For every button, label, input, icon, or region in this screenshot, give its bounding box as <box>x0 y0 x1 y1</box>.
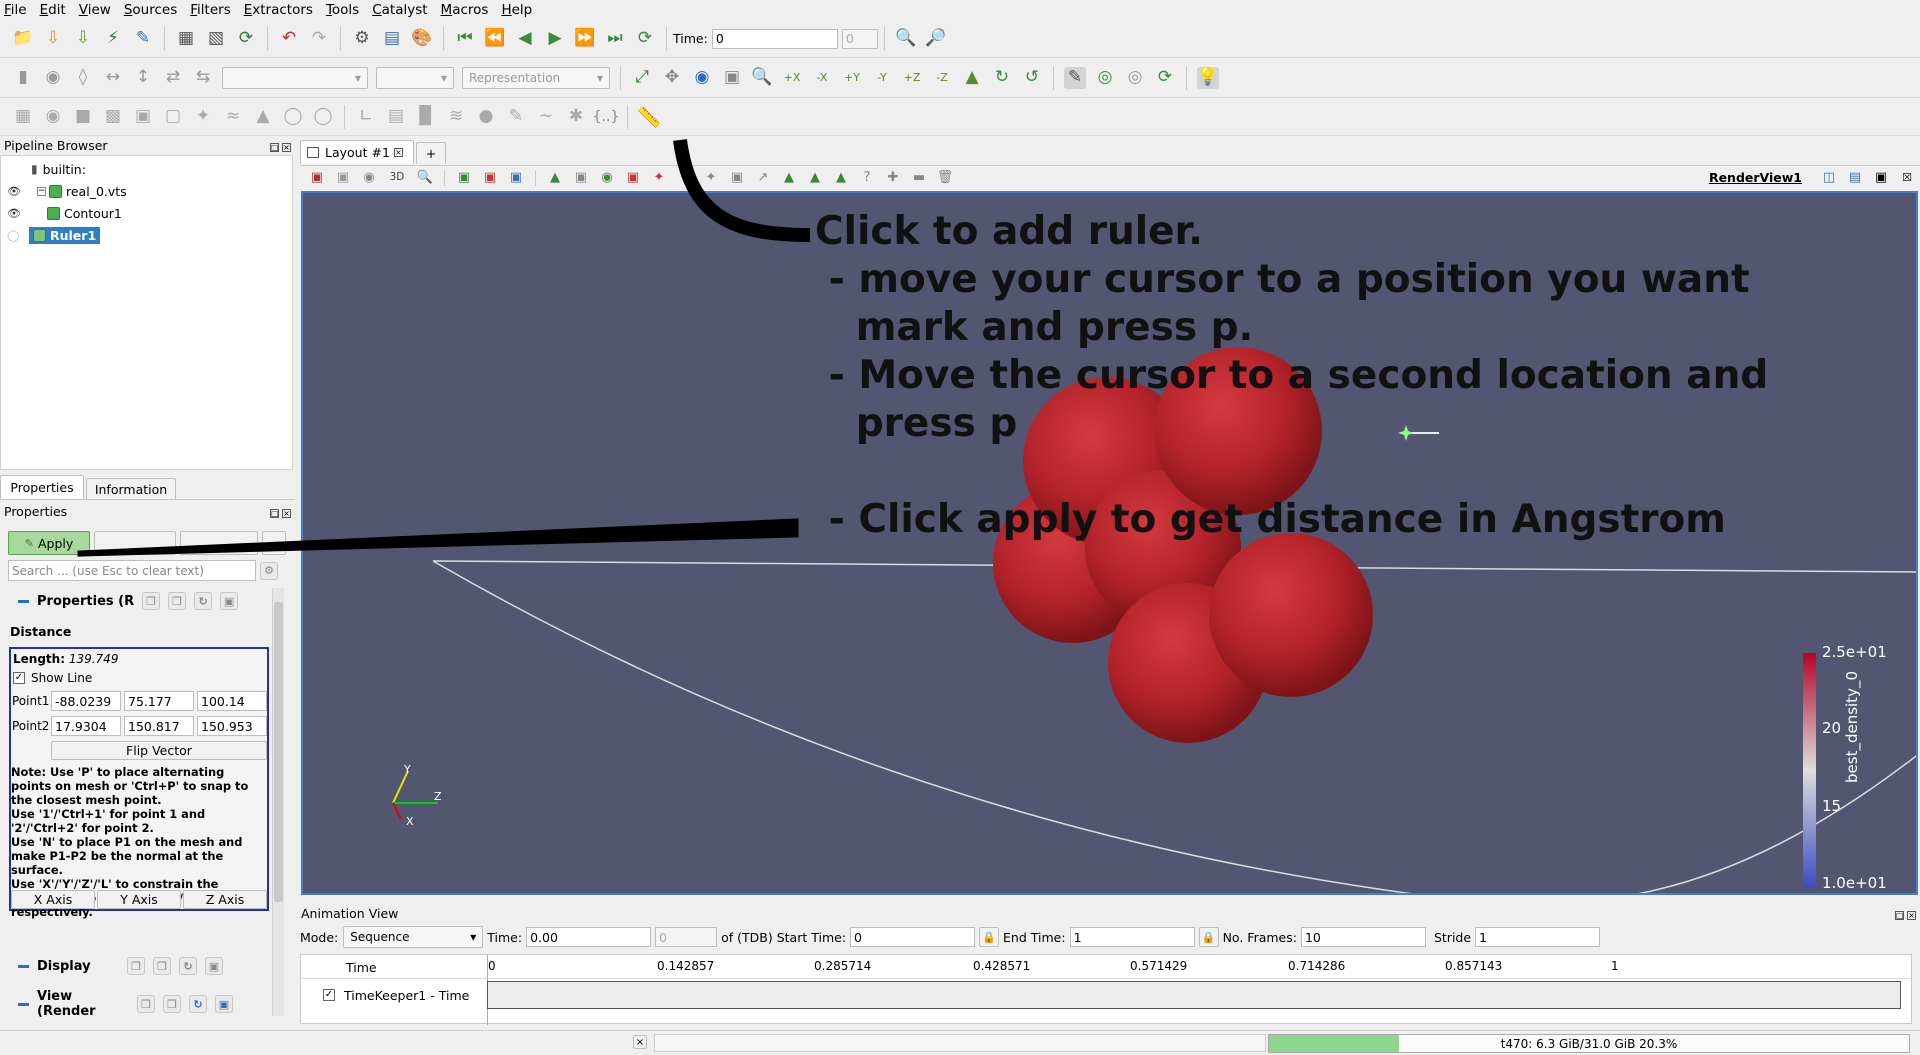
start-time-label: Start Time: <box>776 929 847 945</box>
timeline-tick: 0.142857 <box>657 959 715 973</box>
timekeeper-label: TimeKeeper1 - Time <box>344 987 470 1003</box>
frames-label: No. Frames: <box>1222 929 1297 945</box>
progress-area <box>654 1034 1266 1052</box>
annotation-line-5: press p <box>815 401 1018 446</box>
close-icon[interactable]: × <box>633 1035 647 1049</box>
annotation-line-2: - move your cursor to a position you wan… <box>815 257 1750 302</box>
timeline-tick: 0 <box>488 959 496 973</box>
float-icon[interactable]: □ <box>1895 910 1904 920</box>
end-time-input[interactable]: 1 <box>1069 927 1195 947</box>
mode-dropdown[interactable]: Sequence ▾ <box>343 926 484 948</box>
stride-label: Stride <box>1433 929 1472 945</box>
memory-usage-bar[interactable]: t470: 6.3 GiB/31.0 GiB 20.3% <box>1268 1034 1910 1053</box>
lock-icon[interactable]: 🔒 <box>1198 927 1219 947</box>
anim-time-input[interactable]: 0.00 <box>526 927 652 947</box>
tdb-label: of (TDB) <box>721 929 773 945</box>
annotation-line-1: Click to add ruler. <box>815 209 1204 254</box>
annotation-line-4: - Move the cursor to a second location a… <box>815 353 1769 398</box>
memory-text: t470: 6.3 GiB/31.0 GiB 20.3% <box>1500 1037 1678 1051</box>
timeline-tick: 0.428571 <box>973 959 1031 973</box>
timekeeper-checkbox[interactable]: ✓ <box>323 989 335 1001</box>
animation-view-title: Animation View <box>301 905 399 921</box>
timeline-tick: 0.285714 <box>814 959 872 973</box>
animation-track-table: Time 0 0.142857 0.285714 0.428571 0.5714… <box>300 954 1912 1025</box>
animation-view-panel: Animation View □ × Mode: Sequence ▾ Time: … <box>300 904 1920 1026</box>
end-time-label: End Time: <box>1003 929 1066 945</box>
anim-time-label: Time: <box>487 929 523 945</box>
stride-input[interactable]: 1 <box>1475 927 1601 947</box>
timeline-header: Time 0 0.142857 0.285714 0.428571 0.5714… <box>301 955 1911 1025</box>
timeline-tick: 1 <box>1611 959 1619 973</box>
mode-label: Mode: <box>300 929 339 945</box>
annotation-arrow <box>673 139 811 242</box>
annotation-line-3: mark and press p. <box>815 305 1254 350</box>
status-bar: × t470: 6.3 GiB/31.0 GiB 20.3% <box>0 1030 1920 1055</box>
timekeeper-row[interactable]: ✓ TimeKeeper1 - Time <box>301 981 1911 1009</box>
lock-icon[interactable]: 🔒 <box>979 927 1000 947</box>
annotation-line-6: - Click apply to get distance in Angstro… <box>815 497 1726 542</box>
start-time-input[interactable]: 0 <box>850 927 976 947</box>
time-column-header: Time <box>346 960 377 975</box>
timeline-tick: 0.714286 <box>1288 959 1346 973</box>
timeline-tick: 0.857143 <box>1445 959 1503 973</box>
close-icon[interactable]: × <box>1907 910 1916 920</box>
timeline-tick: 0.571429 <box>1130 959 1188 973</box>
annotation-pointer <box>77 518 799 557</box>
anim-time-index[interactable]: 0 <box>655 927 718 947</box>
timekeeper-track[interactable] <box>487 981 1901 1009</box>
frames-input[interactable]: 10 <box>1300 927 1426 947</box>
